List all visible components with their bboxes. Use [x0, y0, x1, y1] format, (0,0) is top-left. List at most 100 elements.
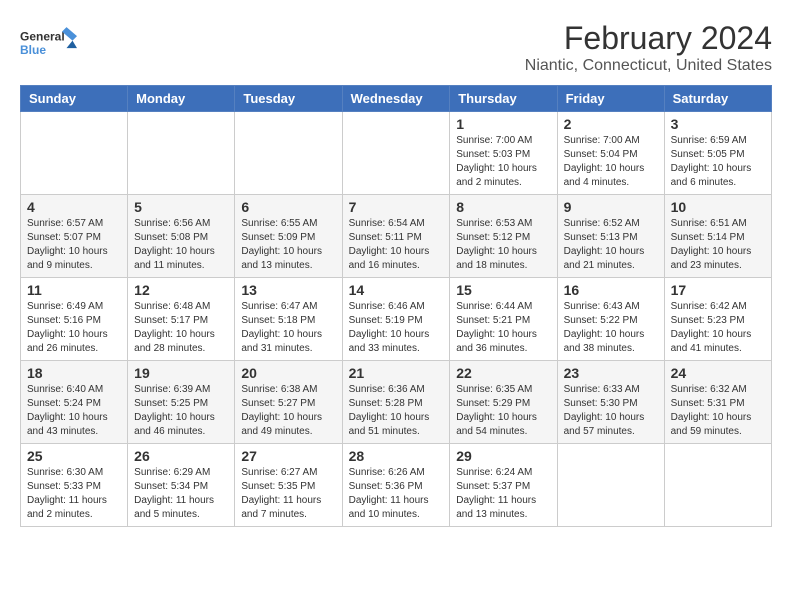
day-header-sunday: Sunday	[21, 86, 128, 112]
day-number: 27	[241, 448, 335, 464]
day-number: 29	[456, 448, 550, 464]
day-info: Sunrise: 6:30 AM Sunset: 5:33 PM Dayligh…	[27, 466, 121, 522]
day-number: 14	[349, 282, 444, 298]
calendar-cell: 17 Sunrise: 6:42 AM Sunset: 5:23 PM Dayli…	[664, 278, 771, 361]
day-info: Sunrise: 6:44 AM Sunset: 5:21 PM Dayligh…	[456, 300, 550, 356]
main-title: February 2024	[525, 20, 772, 57]
day-info: Sunrise: 6:54 AM Sunset: 5:11 PM Dayligh…	[349, 217, 444, 273]
day-number: 10	[671, 199, 765, 215]
day-number: 22	[456, 365, 550, 381]
day-header-monday: Monday	[128, 86, 235, 112]
day-number: 11	[27, 282, 121, 298]
calendar-cell: 8 Sunrise: 6:53 AM Sunset: 5:12 PM Daylig…	[450, 195, 557, 278]
calendar-cell: 20 Sunrise: 6:38 AM Sunset: 5:27 PM Dayli…	[235, 361, 342, 444]
calendar-cell: 9Sunrise: 6:52 AM Sunset: 5:13 PM Daylig…	[557, 195, 664, 278]
calendar-cell: 14 Sunrise: 6:46 AM Sunset: 5:19 PM Dayli…	[342, 278, 450, 361]
day-info: Sunrise: 6:48 AM Sunset: 5:17 PM Dayligh…	[134, 300, 228, 356]
calendar-cell	[664, 444, 771, 527]
day-number: 18	[27, 365, 121, 381]
calendar-cell: 4 Sunrise: 6:57 AM Sunset: 5:07 PM Daylig…	[21, 195, 128, 278]
day-number: 24	[671, 365, 765, 381]
logo-svg: General Blue	[20, 20, 80, 65]
day-info: Sunrise: 6:36 AM Sunset: 5:28 PM Dayligh…	[349, 383, 444, 439]
calendar-cell: 18 Sunrise: 6:40 AM Sunset: 5:24 PM Dayli…	[21, 361, 128, 444]
title-area: February 2024 Niantic, Connecticut, Unit…	[525, 20, 772, 75]
day-header-thursday: Thursday	[450, 86, 557, 112]
day-number: 26	[134, 448, 228, 464]
day-header-saturday: Saturday	[664, 86, 771, 112]
day-number: 21	[349, 365, 444, 381]
calendar-cell	[128, 112, 235, 195]
svg-text:General: General	[20, 30, 65, 44]
calendar-cell	[557, 444, 664, 527]
calendar-cell: 21 Sunrise: 6:36 AM Sunset: 5:28 PM Dayli…	[342, 361, 450, 444]
day-info: Sunrise: 6:57 AM Sunset: 5:07 PM Dayligh…	[27, 217, 121, 273]
header: General Blue February 2024 Niantic, Conn…	[20, 20, 772, 75]
day-number: 17	[671, 282, 765, 298]
day-header-friday: Friday	[557, 86, 664, 112]
day-number: 7	[349, 199, 444, 215]
day-number: 1	[456, 116, 550, 132]
day-number: 8	[456, 199, 550, 215]
day-info: Sunrise: 7:00 AM Sunset: 5:03 PM Dayligh…	[456, 134, 550, 190]
calendar-cell: 15 Sunrise: 6:44 AM Sunset: 5:21 PM Dayli…	[450, 278, 557, 361]
day-info: Sunrise: 6:40 AM Sunset: 5:24 PM Dayligh…	[27, 383, 121, 439]
day-info: Sunrise: 6:27 AM Sunset: 5:35 PM Dayligh…	[241, 466, 335, 522]
calendar-cell: 13 Sunrise: 6:47 AM Sunset: 5:18 PM Dayli…	[235, 278, 342, 361]
calendar-cell: 27 Sunrise: 6:27 AM Sunset: 5:35 PM Dayli…	[235, 444, 342, 527]
calendar-cell: 23 Sunrise: 6:33 AM Sunset: 5:30 PM Dayli…	[557, 361, 664, 444]
calendar-cell: 16Sunrise: 6:43 AM Sunset: 5:22 PM Dayli…	[557, 278, 664, 361]
day-number: 25	[27, 448, 121, 464]
day-number: 19	[134, 365, 228, 381]
day-info: Sunrise: 6:35 AM Sunset: 5:29 PM Dayligh…	[456, 383, 550, 439]
day-info: Sunrise: 6:46 AM Sunset: 5:19 PM Dayligh…	[349, 300, 444, 356]
svg-text:Blue: Blue	[20, 43, 46, 57]
day-info: Sunrise: 6:24 AM Sunset: 5:37 PM Dayligh…	[456, 466, 550, 522]
day-info: Sunrise: 6:43 AM Sunset: 5:22 PM Dayligh…	[564, 300, 658, 356]
calendar-cell: 25 Sunrise: 6:30 AM Sunset: 5:33 PM Dayli…	[21, 444, 128, 527]
subtitle: Niantic, Connecticut, United States	[525, 57, 772, 75]
day-info: Sunrise: 6:42 AM Sunset: 5:23 PM Dayligh…	[671, 300, 765, 356]
day-info: Sunrise: 6:38 AM Sunset: 5:27 PM Dayligh…	[241, 383, 335, 439]
day-number: 9	[564, 199, 658, 215]
day-number: 13	[241, 282, 335, 298]
day-info: Sunrise: 6:51 AM Sunset: 5:14 PM Dayligh…	[671, 217, 765, 273]
calendar-cell: 10 Sunrise: 6:51 AM Sunset: 5:14 PM Dayli…	[664, 195, 771, 278]
calendar-cell: 5 Sunrise: 6:56 AM Sunset: 5:08 PM Daylig…	[128, 195, 235, 278]
calendar-cell: 3 Sunrise: 6:59 AM Sunset: 5:05 PM Daylig…	[664, 112, 771, 195]
day-number: 15	[456, 282, 550, 298]
day-info: Sunrise: 6:33 AM Sunset: 5:30 PM Dayligh…	[564, 383, 658, 439]
day-info: Sunrise: 7:00 AM Sunset: 5:04 PM Dayligh…	[564, 134, 658, 190]
calendar-cell: 29 Sunrise: 6:24 AM Sunset: 5:37 PM Dayli…	[450, 444, 557, 527]
day-info: Sunrise: 6:56 AM Sunset: 5:08 PM Dayligh…	[134, 217, 228, 273]
day-number: 12	[134, 282, 228, 298]
day-info: Sunrise: 6:49 AM Sunset: 5:16 PM Dayligh…	[27, 300, 121, 356]
calendar-cell: 24 Sunrise: 6:32 AM Sunset: 5:31 PM Dayli…	[664, 361, 771, 444]
calendar-cell: 12 Sunrise: 6:48 AM Sunset: 5:17 PM Dayli…	[128, 278, 235, 361]
calendar-cell: 28Sunrise: 6:26 AM Sunset: 5:36 PM Dayli…	[342, 444, 450, 527]
calendar-cell	[235, 112, 342, 195]
day-info: Sunrise: 6:32 AM Sunset: 5:31 PM Dayligh…	[671, 383, 765, 439]
day-info: Sunrise: 6:29 AM Sunset: 5:34 PM Dayligh…	[134, 466, 228, 522]
day-info: Sunrise: 6:47 AM Sunset: 5:18 PM Dayligh…	[241, 300, 335, 356]
calendar-cell: 22 Sunrise: 6:35 AM Sunset: 5:29 PM Dayli…	[450, 361, 557, 444]
day-header-wednesday: Wednesday	[342, 86, 450, 112]
day-header-tuesday: Tuesday	[235, 86, 342, 112]
calendar-cell: 11 Sunrise: 6:49 AM Sunset: 5:16 PM Dayli…	[21, 278, 128, 361]
day-number: 5	[134, 199, 228, 215]
day-info: Sunrise: 6:59 AM Sunset: 5:05 PM Dayligh…	[671, 134, 765, 190]
calendar-cell	[342, 112, 450, 195]
day-number: 3	[671, 116, 765, 132]
day-info: Sunrise: 6:53 AM Sunset: 5:12 PM Dayligh…	[456, 217, 550, 273]
day-info: Sunrise: 6:39 AM Sunset: 5:25 PM Dayligh…	[134, 383, 228, 439]
calendar-cell: 2Sunrise: 7:00 AM Sunset: 5:04 PM Daylig…	[557, 112, 664, 195]
calendar-cell: 7 Sunrise: 6:54 AM Sunset: 5:11 PM Daylig…	[342, 195, 450, 278]
calendar-cell: 26 Sunrise: 6:29 AM Sunset: 5:34 PM Dayli…	[128, 444, 235, 527]
page: General Blue February 2024 Niantic, Conn…	[0, 0, 792, 537]
logo: General Blue	[20, 20, 80, 65]
day-number: 4	[27, 199, 121, 215]
day-number: 28	[349, 448, 444, 464]
day-number: 23	[564, 365, 658, 381]
day-number: 20	[241, 365, 335, 381]
calendar-cell	[21, 112, 128, 195]
